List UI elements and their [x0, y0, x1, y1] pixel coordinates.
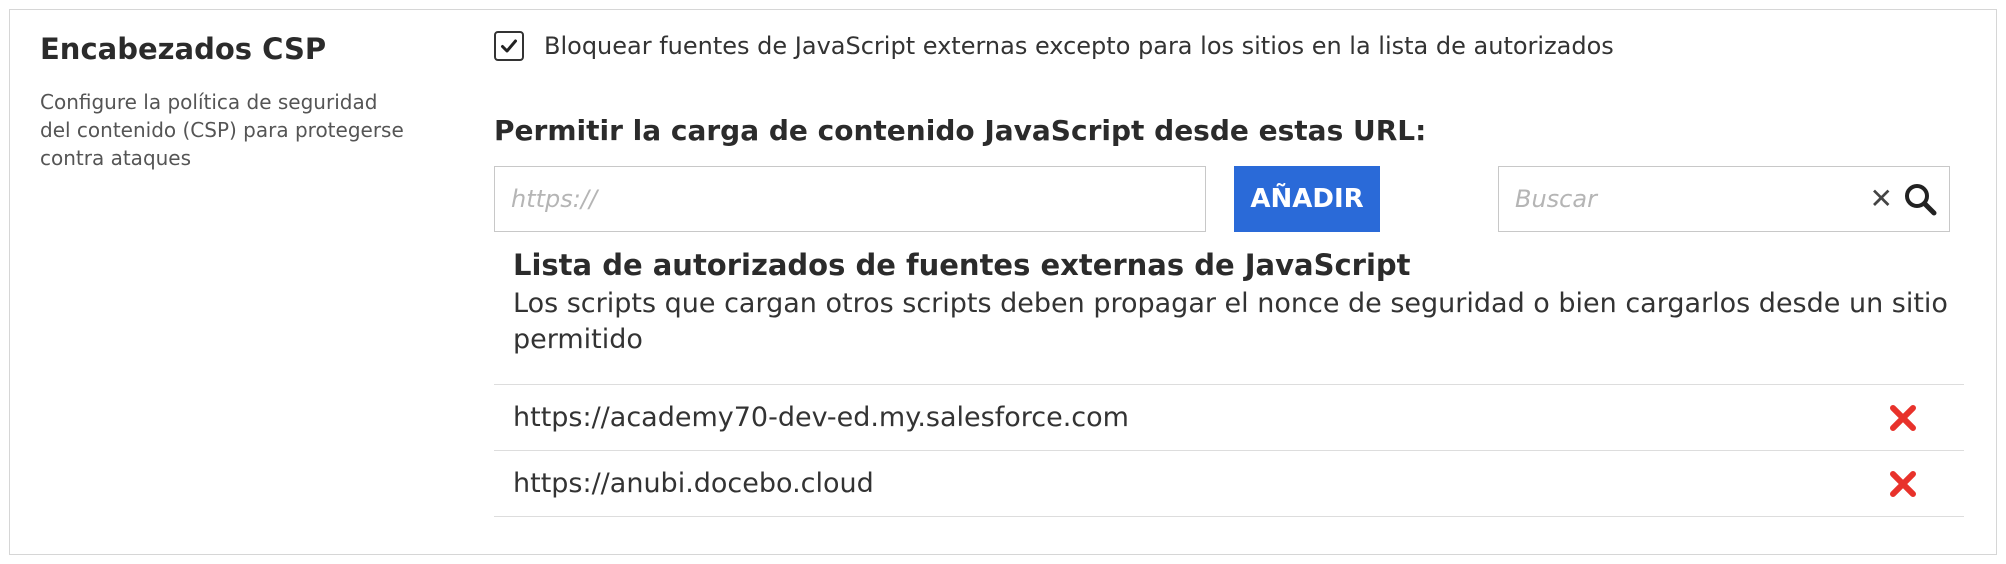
- allow-urls-title: Permitir la carga de contenido JavaScrip…: [494, 114, 1427, 147]
- whitelist-description: Los scripts que cargan otros scripts deb…: [513, 288, 1948, 355]
- block-external-js-checkbox[interactable]: [494, 31, 524, 61]
- add-button[interactable]: AÑADIR: [1234, 166, 1380, 232]
- whitelist-url: https://anubi.docebo.cloud: [513, 468, 874, 499]
- table-row: https://anubi.docebo.cloud: [494, 451, 1964, 517]
- whitelist-url: https://academy70-dev-ed.my.salesforce.c…: [513, 402, 1129, 433]
- delete-x-icon[interactable]: [1888, 403, 1918, 433]
- search-input[interactable]: [1499, 167, 1870, 231]
- table-row: https://academy70-dev-ed.my.salesforce.c…: [494, 385, 1964, 451]
- checkmark-icon: [501, 39, 517, 53]
- block-external-js-label: Bloquear fuentes de JavaScript externas …: [544, 32, 1614, 60]
- section-title: Encabezados CSP: [40, 32, 327, 66]
- whitelist-table: https://academy70-dev-ed.my.salesforce.c…: [494, 384, 1964, 517]
- search-icon[interactable]: [1903, 182, 1937, 216]
- search-box: ✕: [1498, 166, 1950, 232]
- whitelist-title: Lista de autorizados de fuentes externas…: [513, 248, 1411, 282]
- section-description: Configure la política de seguridad del c…: [40, 90, 404, 170]
- delete-x-icon[interactable]: [1888, 469, 1918, 499]
- url-input[interactable]: [494, 166, 1206, 232]
- close-icon[interactable]: ✕: [1870, 185, 1893, 213]
- block-external-js-option[interactable]: Bloquear fuentes de JavaScript externas …: [494, 31, 1614, 61]
